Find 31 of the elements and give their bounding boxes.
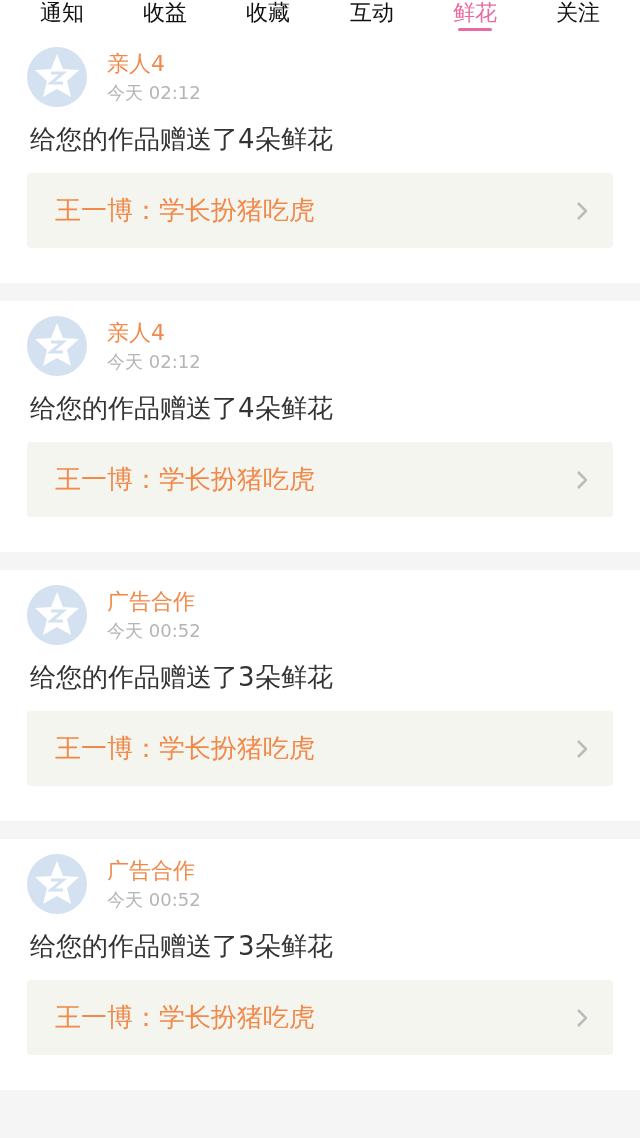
work-link[interactable]: 王一博：学长扮猪吃虎 (27, 173, 613, 248)
message-time: 今天 02:12 (107, 350, 201, 374)
message-time: 今天 00:52 (107, 619, 201, 643)
message-time: 今天 00:52 (107, 888, 201, 912)
work-link[interactable]: 王一博：学长扮猪吃虎 (27, 980, 613, 1055)
tab-underline (457, 28, 492, 31)
work-title: 王一博：学长扮猪吃虎 (55, 194, 315, 227)
chevron-right-icon (577, 201, 587, 220)
sender-name[interactable]: 亲人4 (107, 318, 201, 348)
tab[interactable]: 互动 (349, 0, 394, 26)
message-time: 今天 02:12 (107, 81, 201, 105)
message-text: 给您的作品赠送了4朵鲜花 (30, 392, 334, 425)
message-text: 给您的作品赠送了3朵鲜花 (30, 930, 334, 963)
message-text: 给您的作品赠送了3朵鲜花 (30, 661, 334, 694)
work-title: 王一博：学长扮猪吃虎 (55, 1001, 315, 1034)
sender-name[interactable]: 广告合作 (107, 856, 201, 886)
tab[interactable]: 关注 (556, 0, 601, 26)
chevron-right-icon (577, 1008, 587, 1027)
sender-name[interactable]: 亲人4 (107, 49, 201, 79)
tab[interactable]: 收藏 (246, 0, 291, 26)
work-link[interactable]: 王一博：学长扮猪吃虎 (27, 711, 613, 786)
work-link[interactable]: 王一博：学长扮猪吃虎 (27, 442, 613, 517)
message-text: 给您的作品赠送了4朵鲜花 (30, 123, 334, 156)
chevron-right-icon (577, 739, 587, 758)
tab[interactable]: 收益 (143, 0, 187, 26)
chevron-right-icon (577, 470, 587, 489)
tab[interactable]: 通知 (39, 0, 84, 26)
work-title: 王一博：学长扮猪吃虎 (55, 732, 315, 765)
tab[interactable]: 鲜花 (452, 0, 497, 26)
sender-name[interactable]: 广告合作 (107, 587, 201, 617)
work-title: 王一博：学长扮猪吃虎 (55, 463, 315, 496)
